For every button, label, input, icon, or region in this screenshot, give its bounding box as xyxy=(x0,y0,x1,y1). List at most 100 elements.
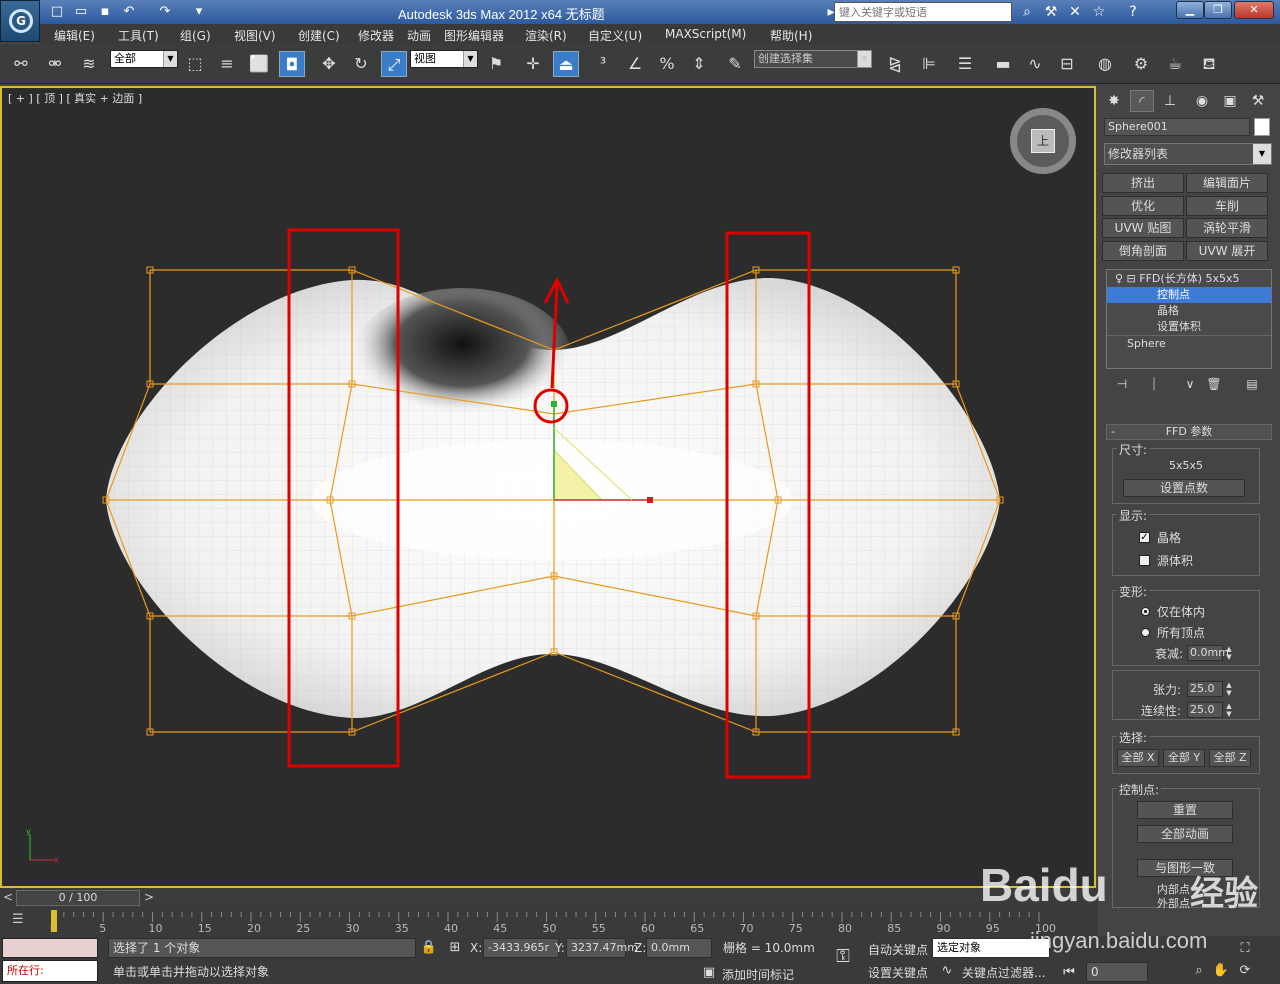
snaps-toggle-icon[interactable]: ³ xyxy=(590,51,616,77)
layer-manager-icon[interactable]: ☰ xyxy=(952,51,978,77)
continuity-spinner[interactable]: 25.0 ▲ ▼ xyxy=(1187,702,1232,718)
stack-item-set-volume[interactable]: 设置体积 xyxy=(1107,319,1271,335)
unlink-icon[interactable]: ⚮ xyxy=(42,51,68,77)
graphite-modeling-icon[interactable]: ▬ xyxy=(990,51,1016,77)
search-input[interactable] xyxy=(834,2,1012,22)
link-icon[interactable]: ⚯ xyxy=(8,51,34,77)
select-all-z-button[interactable]: 全部 Z xyxy=(1209,749,1251,767)
move-icon[interactable]: ✥ xyxy=(316,51,342,77)
angle-snap-icon[interactable]: ∠ xyxy=(622,51,648,77)
add-time-tag[interactable]: 添加时间标记 xyxy=(722,966,794,983)
prev-frame-icon[interactable]: < xyxy=(3,890,13,904)
absolute-mode-icon[interactable]: ⊞ xyxy=(446,939,464,957)
favorites-icon[interactable]: ☆ xyxy=(1090,3,1108,21)
menu-group[interactable]: 组(G) xyxy=(180,27,211,44)
set-key-button[interactable]: 设置关键点 xyxy=(868,964,928,981)
show-end-result-icon[interactable]: ⏐ xyxy=(1144,374,1164,394)
create-tab-icon[interactable]: ✸ xyxy=(1102,90,1126,112)
edit-named-selection-icon[interactable]: ✎ xyxy=(722,51,748,77)
animate-all-button[interactable]: 全部动画 xyxy=(1137,825,1233,843)
configure-modifier-sets-icon[interactable]: ▤ xyxy=(1242,374,1262,394)
frame-playback-icon[interactable]: ⏮ xyxy=(1060,964,1078,982)
lathe-button[interactable]: 车削 xyxy=(1186,196,1268,216)
viewcube[interactable]: 上 xyxy=(1010,108,1076,174)
modify-tab-icon[interactable]: ◜ xyxy=(1130,90,1154,112)
named-selection-set-dropdown[interactable]: 创建选择集 ▼ xyxy=(754,50,872,68)
curve-editor-icon[interactable]: ∿ xyxy=(1022,51,1048,77)
time-tag-icon[interactable]: ▣ xyxy=(700,964,718,982)
menu-create[interactable]: 创建(C) xyxy=(298,27,340,44)
modifier-list-dropdown[interactable]: 修改器列表 ▼ xyxy=(1104,143,1272,165)
pin-stack-icon[interactable]: ⊣ xyxy=(1112,374,1132,394)
uvw-map-button[interactable]: UVW 贴图 xyxy=(1102,218,1184,238)
unwrap-uvw-button[interactable]: UVW 展开 xyxy=(1186,241,1268,261)
select-all-x-button[interactable]: 全部 X xyxy=(1117,749,1159,767)
rendered-frame-icon[interactable]: ☕ xyxy=(1162,51,1188,77)
window-crossing-icon[interactable]: ◘ xyxy=(279,51,305,77)
selection-region-icon[interactable]: ⬜ xyxy=(246,51,272,77)
save-icon[interactable]: ▪ xyxy=(96,3,114,20)
subscription-icon[interactable]: ⚒ xyxy=(1042,3,1060,21)
tension-spinner[interactable]: 25.0 ▲ ▼ xyxy=(1187,681,1232,697)
orbit-icon[interactable]: ⟳ xyxy=(1236,962,1254,980)
only-in-volume-radio[interactable] xyxy=(1141,607,1150,616)
scale-icon[interactable]: ⤢ xyxy=(381,51,407,77)
menu-maxscript[interactable]: MAXScript(M) xyxy=(665,27,746,41)
stack-item-ffd[interactable]: ♀ ⊟ FFD(长方体) 5x5x5 xyxy=(1107,271,1271,287)
maxscript-listener-input[interactable] xyxy=(2,938,98,958)
undo-icon[interactable]: ↶ xyxy=(120,3,138,20)
select-object-icon[interactable]: ⬚ xyxy=(182,51,208,77)
stack-item-sphere[interactable]: Sphere xyxy=(1107,335,1271,351)
pan-icon[interactable]: ✋ xyxy=(1212,962,1230,980)
menu-edit[interactable]: 编辑(E) xyxy=(54,27,95,44)
bevel-profile-button[interactable]: 倒角剖面 xyxy=(1102,241,1184,261)
selection-filter-dropdown[interactable]: 全部 ▼ xyxy=(110,50,178,68)
menu-tools[interactable]: 工具(T) xyxy=(118,27,159,44)
key-mode-dropdown[interactable]: 选定对象 xyxy=(932,938,1050,958)
y-coord-field[interactable]: 3237.47mm xyxy=(566,938,638,958)
turbosmooth-button[interactable]: 涡轮平滑 xyxy=(1186,218,1268,238)
time-slider[interactable]: < 0 / 100 > xyxy=(0,888,1098,908)
track-bar[interactable]: ☰ 05101520253035404550556065707580859095… xyxy=(0,908,1098,936)
keyboard-shortcut-override-icon[interactable]: ⏏ xyxy=(553,51,579,77)
reference-coordinate-dropdown[interactable]: 视图 ▼ xyxy=(410,50,478,68)
conform-to-shape-button[interactable]: 与图形一致 xyxy=(1137,859,1233,877)
lightbulb-icon[interactable]: ♀ ⊟ xyxy=(1115,272,1139,285)
display-tab-icon[interactable]: ▣ xyxy=(1218,90,1242,112)
maxscript-listener-output[interactable]: 所在行: xyxy=(2,960,98,982)
edit-patch-button[interactable]: 编辑面片 xyxy=(1186,173,1268,193)
select-by-name-icon[interactable]: ≡ xyxy=(214,51,240,77)
communication-icon[interactable]: ✕ xyxy=(1066,3,1084,21)
menu-help[interactable]: 帮助(H) xyxy=(770,27,812,44)
app-logo-button[interactable]: G xyxy=(0,0,40,42)
rotate-icon[interactable]: ↻ xyxy=(348,51,374,77)
render-setup-icon[interactable]: ⚙ xyxy=(1128,51,1154,77)
key-icon[interactable]: ⚿ xyxy=(828,948,858,966)
z-coord-field[interactable]: 0.0mm xyxy=(646,938,712,958)
select-manipulate-icon[interactable]: ✛ xyxy=(520,51,546,77)
menu-views[interactable]: 视图(V) xyxy=(234,27,276,44)
menu-animation[interactable]: 动画 xyxy=(407,27,431,44)
spinner-snap-icon[interactable]: ⇕ xyxy=(686,51,712,77)
object-color-swatch[interactable] xyxy=(1254,118,1270,136)
remove-modifier-icon[interactable]: 🗑 xyxy=(1204,374,1224,394)
current-frame-field[interactable]: 0 xyxy=(1086,962,1148,982)
align-icon[interactable]: ⊫ xyxy=(916,51,942,77)
spinner-arrows-icon[interactable]: ▲ ▼ xyxy=(1224,645,1234,661)
schematic-view-icon[interactable]: ⊟ xyxy=(1054,51,1080,77)
stack-item-control-points[interactable]: 控制点 xyxy=(1107,287,1271,303)
utilities-tab-icon[interactable]: ⚒ xyxy=(1246,90,1270,112)
maximize-viewport-icon[interactable]: ⛶ xyxy=(1236,940,1254,958)
menu-rendering[interactable]: 渲染(R) xyxy=(525,27,567,44)
lock-selection-icon[interactable]: 🔒 xyxy=(420,939,438,957)
close-button[interactable]: ✕ xyxy=(1234,1,1274,19)
bind-space-warp-icon[interactable]: ≋ xyxy=(76,51,102,77)
x-coord-field[interactable]: -3433.965r xyxy=(483,938,559,958)
ffd-params-rollout-header[interactable]: - FFD 参数 xyxy=(1106,424,1272,440)
menu-graph-editors[interactable]: 图形编辑器 xyxy=(444,27,504,44)
lattice-checkbox[interactable]: ✓ xyxy=(1139,532,1150,543)
all-vertices-radio[interactable] xyxy=(1141,628,1150,637)
spinner-arrows-icon[interactable]: ▲ ▼ xyxy=(1224,702,1234,718)
menu-customize[interactable]: 自定义(U) xyxy=(588,27,642,44)
help-icon[interactable]: ? xyxy=(1124,3,1142,21)
